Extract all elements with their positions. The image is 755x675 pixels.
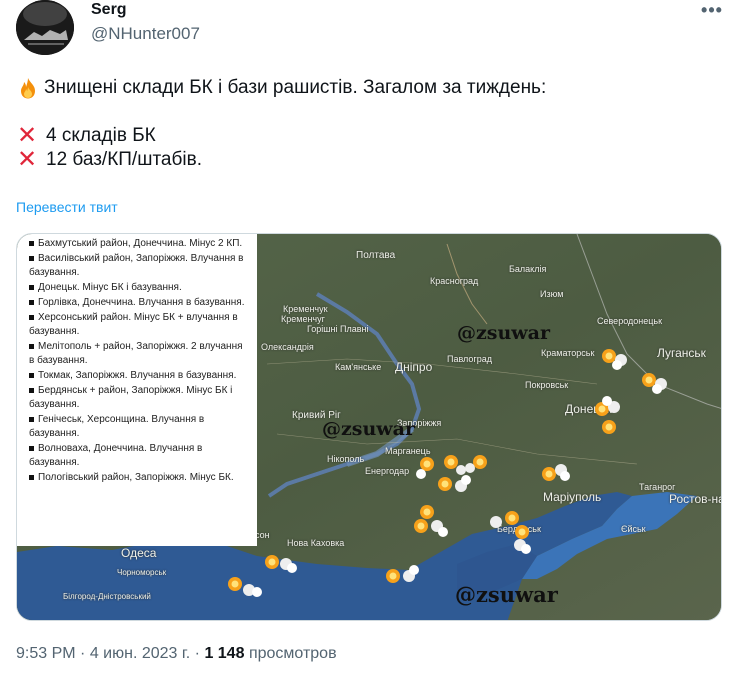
legend-item-text: Донецьк. Мінус БК і базування. bbox=[38, 282, 182, 293]
cross-mark-icon: ✕ bbox=[16, 146, 38, 173]
views-label: просмотров bbox=[248, 645, 337, 662]
legend-item-text: Бахмутський район, Донеччина. Мінус 2 КП… bbox=[38, 238, 243, 249]
legend-item: Генічеськ, Херсонщина. Влучання в базува… bbox=[29, 413, 249, 441]
legend-item: Горлівка, Донеччина. Влучання в базуванн… bbox=[29, 296, 249, 310]
map-legend: Бахмутський район, Донеччина. Мінус 2 КП… bbox=[17, 234, 257, 546]
avatar-image bbox=[16, 0, 74, 55]
tweet-line-2: ✕ 4 складів БК bbox=[16, 124, 716, 148]
tweet-time[interactable]: 9:53 PM bbox=[16, 645, 76, 662]
legend-item: Василівський район, Запоріжжя. Влучання … bbox=[29, 252, 249, 280]
legend-item-text: Херсонський район. Мінус БК + влучання в… bbox=[29, 312, 238, 337]
legend-item-text: Мелітополь + район, Запоріжжя. 2 влучанн… bbox=[29, 341, 243, 366]
tweet-media-map[interactable]: Полтава Балаклія Изюм Красноград Кременч… bbox=[16, 233, 722, 621]
separator: · bbox=[194, 645, 200, 662]
legend-item-text: Токмак, Запоріжжя. Влучання в базування. bbox=[38, 370, 237, 381]
tweet-date[interactable]: 4 июн. 2023 г. bbox=[90, 645, 190, 662]
legend-item: Мелітополь + район, Запоріжжя. 2 влучанн… bbox=[29, 340, 249, 368]
legend-item: Волноваха, Донеччина. Влучання в базуван… bbox=[29, 442, 249, 470]
tweet-line-1: Знищені склади БК і бази рашистів. Загал… bbox=[16, 76, 716, 100]
author-handle[interactable]: @NHunter007 bbox=[91, 24, 200, 44]
legend-item: Херсонський район. Мінус БК + влучання в… bbox=[29, 311, 249, 339]
cross-mark-icon: ✕ bbox=[16, 122, 38, 149]
legend-item-text: Бердянськ + район, Запоріжжя. Мінус БК і… bbox=[29, 385, 233, 410]
tweet-line-3: ✕ 12 баз/КП/штабів. bbox=[16, 148, 716, 172]
tweet-line-2-text: 4 складів БК bbox=[46, 125, 156, 146]
more-options-icon[interactable]: ••• bbox=[700, 0, 724, 20]
translate-link[interactable]: Перевести твит bbox=[16, 199, 118, 215]
tweet-line-3-text: 12 баз/КП/штабів. bbox=[46, 149, 202, 170]
legend-item: Токмак, Запоріжжя. Влучання в базування. bbox=[29, 369, 249, 383]
legend-item-text: Волноваха, Донеччина. Влучання в базуван… bbox=[29, 443, 203, 468]
legend-item-text: Пологівський район, Запоріжжя. Мінус БК. bbox=[38, 472, 234, 483]
fire-icon bbox=[21, 78, 35, 99]
legend-item-text: Горлівка, Донеччина. Влучання в базуванн… bbox=[38, 297, 245, 308]
author-name[interactable]: Serg bbox=[91, 1, 127, 19]
legend-item: Бердянськ + район, Запоріжжя. Мінус БК і… bbox=[29, 384, 249, 412]
avatar[interactable] bbox=[16, 0, 74, 55]
separator: · bbox=[80, 645, 86, 662]
legend-item: Донецьк. Мінус БК і базування. bbox=[29, 281, 249, 295]
views-count: 1 148 bbox=[204, 645, 245, 662]
legend-item: Бахмутський район, Донеччина. Мінус 2 КП… bbox=[29, 237, 249, 251]
tweet-meta: 9:53 PM · 4 июн. 2023 г. · 1 148 просмот… bbox=[16, 645, 337, 663]
legend-item-text: Василівський район, Запоріжжя. Влучання … bbox=[29, 253, 244, 278]
tweet-line-1-text: Знищені склади БК і бази рашистів. Загал… bbox=[44, 77, 547, 98]
legend-item: Пологівський район, Запоріжжя. Мінус БК. bbox=[29, 471, 249, 485]
legend-item-text: Генічеськ, Херсонщина. Влучання в базува… bbox=[29, 414, 205, 439]
tweet-text: Знищені склади БК і бази рашистів. Загал… bbox=[16, 76, 716, 172]
